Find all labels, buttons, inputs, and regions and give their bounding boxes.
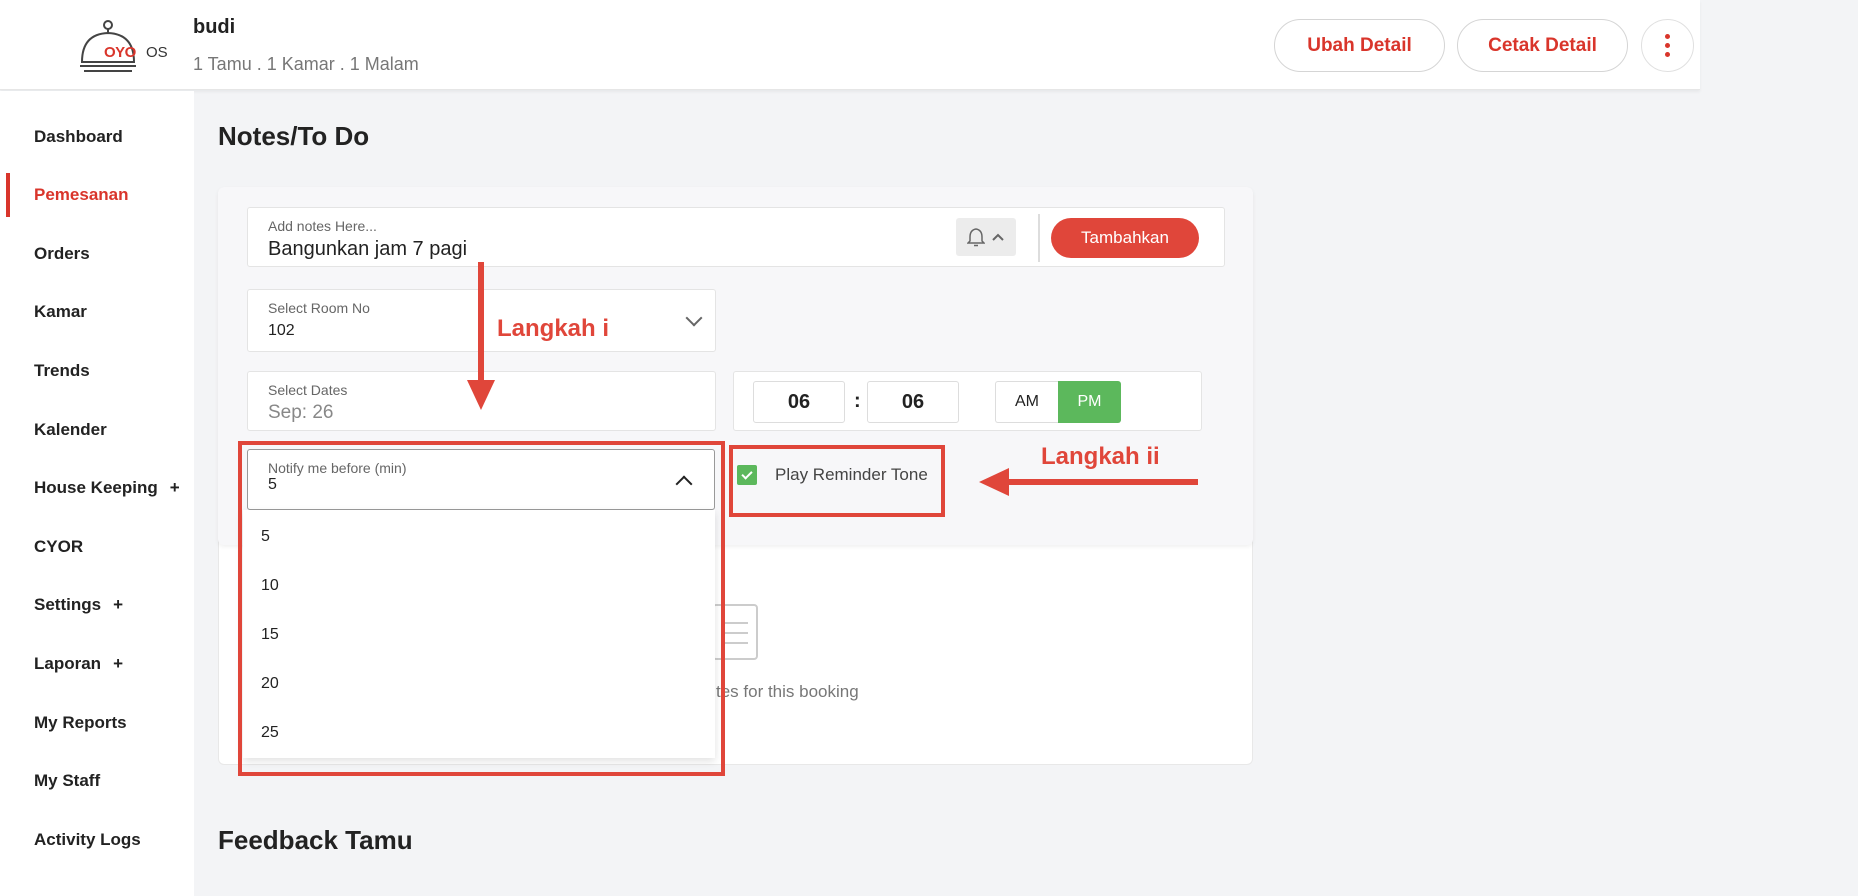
sidebar-item-kalender[interactable]: Kalender <box>6 408 194 452</box>
sidebar-item-cyor[interactable]: CYOR <box>6 525 194 569</box>
sidebar-item-activity-logs[interactable]: Activity Logs <box>6 818 194 862</box>
logo-suffix: OS <box>146 44 168 61</box>
sidebar-item-label: Trends <box>34 361 90 380</box>
chevron-up-icon <box>992 233 1004 241</box>
notes-title: Notes/To Do <box>218 121 370 151</box>
sidebar-item-label: Pemesanan <box>34 185 129 204</box>
sidebar-item-label: Kamar <box>34 302 87 321</box>
notes-input-label: Add notes Here... <box>268 218 377 234</box>
sidebar-item-pemesanan[interactable]: Pemesanan <box>6 173 194 217</box>
sidebar-item-kamar[interactable]: Kamar <box>6 290 194 334</box>
time-separator: : <box>854 390 861 412</box>
print-detail-button[interactable]: Cetak Detail <box>1457 19 1628 72</box>
sidebar-item-label: My Staff <box>34 771 101 790</box>
step2-arrow-shaft <box>1008 479 1198 485</box>
sidebar-item-label: Dashboard <box>34 127 123 146</box>
sidebar-item-label: Laporan <box>34 654 102 673</box>
chevron-down-icon[interactable] <box>685 309 703 327</box>
step2-highlight-box <box>729 445 945 517</box>
sidebar-item-my-staff[interactable]: My Staff <box>6 759 194 803</box>
sidebar-item-label: Activity Logs <box>34 830 141 849</box>
oyo-os-logo[interactable]: OYO OS <box>78 18 178 74</box>
sidebar-item-orders[interactable]: Orders <box>6 232 194 276</box>
logo-text: OYO <box>104 44 136 61</box>
divider <box>1038 214 1040 262</box>
expand-plus-icon[interactable]: + <box>113 595 123 615</box>
edit-detail-button[interactable]: Ubah Detail <box>1274 19 1445 72</box>
sidebar-item-label: Orders <box>34 244 90 263</box>
sidebar-item-dashboard[interactable]: Dashboard <box>6 115 194 159</box>
sidebar-item-label: CYOR <box>34 537 84 556</box>
date-select-value: Sep: 26 <box>268 402 334 423</box>
expand-plus-icon[interactable]: + <box>113 654 123 674</box>
sidebar: Dashboard Pemesanan Orders Kamar Trends … <box>0 91 194 896</box>
guest-name: budi <box>193 16 236 38</box>
notes-input[interactable]: Add notes Here... Bangunkan jam 7 pagi T… <box>247 207 1225 267</box>
bell-icon <box>967 228 985 247</box>
step1-label: Langkah i <box>497 315 610 342</box>
guest-summary: 1 Tamu . 1 Kamar . 1 Malam <box>193 54 419 74</box>
room-select-label: Select Room No <box>268 300 370 316</box>
date-select-label: Select Dates <box>268 382 348 398</box>
feedback-title: Feedback Tamu <box>218 825 413 855</box>
minute-input[interactable]: 06 <box>867 381 959 423</box>
room-select-value: 102 <box>268 322 295 339</box>
sidebar-item-label: Kalender <box>34 420 107 439</box>
hour-input[interactable]: 06 <box>753 381 845 423</box>
sidebar-item-my-reports[interactable]: My Reports <box>6 701 194 745</box>
sidebar-item-house-keeping[interactable]: House Keeping + <box>6 466 194 510</box>
top-header: OYO OS budi 1 Tamu . 1 Kamar . 1 Malam U… <box>0 0 1700 90</box>
am-toggle[interactable]: AM <box>995 381 1058 423</box>
step1-arrow-head <box>467 380 495 410</box>
more-vertical-icon[interactable] <box>1641 19 1694 72</box>
step2-arrow-head <box>979 468 1009 496</box>
step1-arrow-shaft <box>478 262 484 382</box>
sidebar-item-laporan[interactable]: Laporan + <box>6 642 194 686</box>
time-picker: 06 : 06 AM PM <box>733 371 1202 431</box>
empty-notes-text: tes for this booking <box>716 682 859 701</box>
sidebar-item-label: Settings <box>34 595 102 614</box>
expand-plus-icon[interactable]: + <box>170 478 180 498</box>
add-note-button[interactable]: Tambahkan <box>1051 218 1199 258</box>
sidebar-item-trends[interactable]: Trends <box>6 349 194 393</box>
step1-highlight-box <box>238 441 725 776</box>
notes-input-value[interactable]: Bangunkan jam 7 pagi <box>268 238 467 261</box>
pm-toggle[interactable]: PM <box>1058 381 1121 423</box>
step2-label: Langkah ii <box>1041 443 1160 470</box>
sidebar-item-settings[interactable]: Settings + <box>6 583 194 627</box>
sidebar-item-label: House Keeping <box>34 478 158 497</box>
reminder-toggle[interactable] <box>956 218 1016 256</box>
sidebar-item-label: My Reports <box>34 713 127 732</box>
